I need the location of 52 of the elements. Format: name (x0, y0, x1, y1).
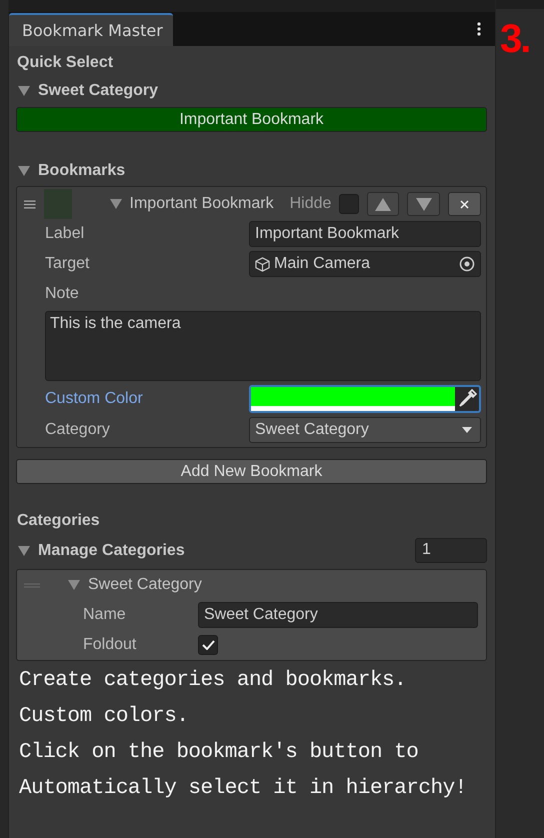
section-heading: Quick Select (17, 54, 114, 72)
expanded-triangle-icon[interactable] (68, 580, 80, 590)
close-button[interactable] (448, 192, 482, 216)
up-triangle-icon (375, 198, 392, 210)
field-label: Note (45, 285, 80, 303)
hide-toggle[interactable] (339, 194, 359, 214)
hide-label: Hidde (290, 195, 332, 213)
caption-text: Click on the bookmark's button to (18, 740, 420, 766)
object-field[interactable]: Main Camera (249, 251, 481, 277)
input-field[interactable]: Important Bookmark (249, 221, 481, 247)
expanded-triangle-icon[interactable] (110, 199, 122, 209)
field-label: Category (45, 421, 111, 439)
drag-handle-icon[interactable] (24, 582, 40, 588)
expanded-triangle-icon[interactable] (18, 546, 30, 556)
dropdown[interactable]: Sweet Category (249, 417, 481, 443)
checkmark-icon (202, 640, 214, 650)
section-heading: Categories (17, 512, 101, 530)
more-options-icon[interactable] (476, 21, 482, 37)
foldout-label[interactable]: Sweet Category (88, 576, 202, 594)
cube-icon (255, 256, 270, 272)
foldout-label[interactable]: Manage Categories (38, 542, 185, 560)
foldout-label[interactable]: Sweet Category (38, 82, 158, 100)
object-name: Main Camera (274, 255, 370, 273)
text-area[interactable]: This is the camera (45, 311, 481, 381)
bookmark-button[interactable]: Important Bookmark (16, 107, 487, 132)
add-bookmark-button[interactable]: Add New Bookmark (16, 459, 487, 484)
field-label: Foldout (83, 636, 138, 654)
drag-handle-icon[interactable] (24, 200, 36, 208)
caption-text: Automatically select it in hierarchy! (18, 776, 468, 802)
close-icon (460, 200, 470, 208)
field-label: Name (83, 606, 127, 624)
caption-text: Custom colors. (18, 704, 190, 730)
caret-icon (462, 427, 472, 433)
input-field[interactable]: Sweet Category (198, 602, 478, 628)
move-up-button[interactable] (366, 192, 400, 216)
field-label: Target (45, 255, 90, 273)
object-picker-icon[interactable] (459, 256, 475, 272)
color-field[interactable] (249, 385, 481, 413)
foldout-label[interactable]: Bookmarks (38, 162, 126, 180)
caption-text: Create categories and bookmarks. (18, 668, 408, 694)
field-label: Label (45, 225, 86, 243)
count-field[interactable]: 1 (415, 538, 487, 563)
foldout-label[interactable]: Important Bookmark (130, 195, 274, 213)
step-number: 3. (500, 17, 530, 61)
move-down-button[interactable] (407, 192, 440, 216)
down-triangle-icon (416, 198, 432, 210)
window-tab[interactable]: Bookmark Master (9, 13, 173, 46)
expanded-triangle-icon[interactable] (18, 86, 30, 96)
expanded-triangle-icon[interactable] (18, 166, 30, 176)
checkbox[interactable] (198, 635, 218, 655)
dropdown-value: Sweet Category (255, 421, 369, 439)
field-label: Custom Color (45, 390, 144, 408)
